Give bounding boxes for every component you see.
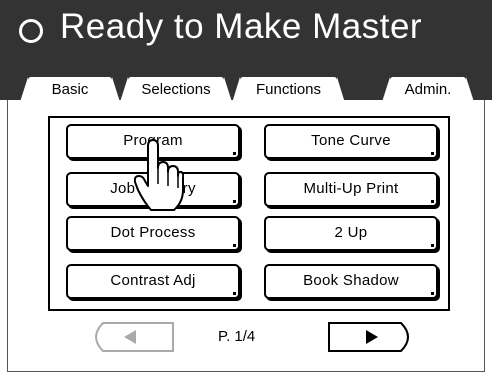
tab-basic[interactable]: Basic [20,77,120,102]
tone-curve-button[interactable]: Tone Curve [264,124,438,159]
corner-marker [233,152,236,155]
corner-marker [431,152,434,155]
contrast-adj-button[interactable]: Contrast Adj [66,264,240,299]
page-indicator: P. 1/4 [218,328,256,345]
header-bar: Ready to Make Master [0,0,492,60]
dot-process-button[interactable]: Dot Process [66,216,240,251]
next-page-button[interactable] [328,322,416,352]
tab-selections[interactable]: Selections [120,77,232,102]
multi-up-print-button[interactable]: Multi-Up Print [264,172,438,207]
multi-up-print-button-label: Multi-Up Print [303,180,399,197]
book-shadow-button[interactable]: Book Shadow [264,264,438,299]
status-circle-icon [19,19,43,43]
status-title: Ready to Make Master [60,7,423,46]
corner-marker [233,292,236,295]
contrast-adj-button-label: Contrast Adj [110,272,196,289]
tab-admin[interactable]: Admin. [382,77,474,102]
dot-process-button-label: Dot Process [110,224,196,241]
two-up-button[interactable]: 2 Up [264,216,438,251]
tone-curve-button-label: Tone Curve [311,132,391,149]
book-shadow-button-label: Book Shadow [303,272,399,289]
corner-marker [431,244,434,247]
corner-marker [431,200,434,203]
hand-pointer-icon [133,138,185,214]
prev-page-button[interactable] [88,322,174,352]
corner-marker [431,292,434,295]
corner-marker [233,200,236,203]
two-up-button-label: 2 Up [334,224,368,241]
corner-marker [233,244,236,247]
tab-bar: Basic Selections Functions Admin. [0,60,492,103]
